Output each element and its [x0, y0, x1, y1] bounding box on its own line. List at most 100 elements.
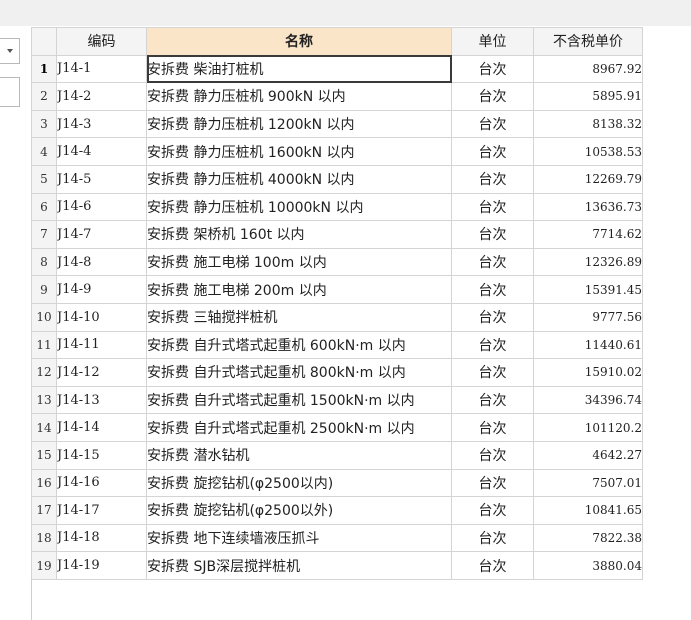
cell-price[interactable]: 7822.38: [533, 523, 643, 553]
cell-name[interactable]: 安拆费 旋挖钻机(φ2500以内): [146, 468, 452, 498]
cell-unit[interactable]: 台次: [451, 496, 534, 525]
cell-name[interactable]: 安拆费 地下连续墙液压抓斗: [146, 523, 452, 553]
cell-code[interactable]: J14-5: [56, 164, 147, 194]
cell-price[interactable]: 5895.91: [533, 82, 643, 111]
row-number[interactable]: 14: [31, 413, 57, 442]
column-header-price[interactable]: 不含税单价: [533, 27, 643, 56]
cell-unit[interactable]: 台次: [451, 220, 534, 249]
row-number[interactable]: 11: [31, 330, 57, 360]
table-row[interactable]: 16 J14-16 安拆费 旋挖钻机(φ2500以内) 台次 7507.01: [31, 468, 643, 498]
cell-price[interactable]: 9777.56: [533, 302, 643, 332]
cell-code[interactable]: J14-4: [56, 137, 147, 166]
row-number[interactable]: 8: [31, 247, 57, 277]
cell-unit[interactable]: 台次: [451, 54, 534, 84]
cell-price[interactable]: 3880.04: [533, 551, 643, 580]
cell-name[interactable]: 安拆费 静力压桩机 4000kN 以内: [146, 164, 452, 194]
cell-name[interactable]: 安拆费 SJB深层搅拌桩机: [146, 551, 452, 580]
cell-unit[interactable]: 台次: [451, 330, 534, 360]
table-row[interactable]: 17 J14-17 安拆费 旋挖钻机(φ2500以外) 台次 10841.65: [31, 496, 643, 525]
cell-name[interactable]: 安拆费 静力压桩机 1600kN 以内: [146, 137, 452, 166]
cell-code[interactable]: J14-9: [56, 275, 147, 304]
cell-price[interactable]: 34396.74: [533, 385, 643, 415]
cell-code[interactable]: J14-13: [56, 385, 147, 415]
cell-price[interactable]: 8967.92: [533, 54, 643, 84]
row-number[interactable]: 6: [31, 192, 57, 222]
row-number[interactable]: 17: [31, 496, 57, 525]
cell-name[interactable]: 安拆费 架桥机 160t 以内: [146, 220, 452, 249]
cell-name[interactable]: 安拆费 三轴搅拌桩机: [146, 302, 452, 332]
cell-unit[interactable]: 台次: [451, 82, 534, 111]
row-number[interactable]: 5: [31, 164, 57, 194]
cell-code[interactable]: J14-12: [56, 358, 147, 387]
table-row[interactable]: 14 J14-14 安拆费 自升式塔式起重机 2500kN·m 以内 台次 101120…: [31, 413, 643, 442]
row-number[interactable]: 9: [31, 275, 57, 304]
cell-price[interactable]: 10841.65: [533, 496, 643, 525]
cell-code[interactable]: J14-18: [56, 523, 147, 553]
table-row[interactable]: 11 J14-11 安拆费 自升式塔式起重机 600kN·m 以内 台次 11440.6…: [31, 330, 643, 360]
cell-unit[interactable]: 台次: [451, 523, 534, 553]
cell-price[interactable]: 7507.01: [533, 468, 643, 498]
table-row[interactable]: 6 J14-6 安拆费 静力压桩机 10000kN 以内 台次 13636.73: [31, 192, 643, 222]
cell-code[interactable]: J14-1: [56, 54, 147, 84]
cell-unit[interactable]: 台次: [451, 137, 534, 166]
cell-unit[interactable]: 台次: [451, 358, 534, 387]
table-row[interactable]: 8 J14-8 安拆费 施工电梯 100m 以内 台次 12326.89: [31, 247, 643, 277]
cell-name[interactable]: 安拆费 旋挖钻机(φ2500以外): [146, 496, 452, 525]
cell-price[interactable]: 11440.61: [533, 330, 643, 360]
cell-price[interactable]: 15391.45: [533, 275, 643, 304]
cell-code[interactable]: J14-15: [56, 440, 147, 470]
cell-name[interactable]: 安拆费 自升式塔式起重机 2500kN·m 以内: [146, 413, 452, 442]
cell-price[interactable]: 10538.53: [533, 137, 643, 166]
cell-price[interactable]: 12326.89: [533, 247, 643, 277]
cell-code[interactable]: J14-17: [56, 496, 147, 525]
cell-price[interactable]: 7714.62: [533, 220, 643, 249]
column-header-name[interactable]: 名称: [146, 27, 452, 56]
dropdown-select[interactable]: [0, 38, 20, 64]
cell-code[interactable]: J14-6: [56, 192, 147, 222]
cell-unit[interactable]: 台次: [451, 551, 534, 580]
cell-unit[interactable]: 台次: [451, 192, 534, 222]
row-number[interactable]: 12: [31, 358, 57, 387]
table-row[interactable]: 18 J14-18 安拆费 地下连续墙液压抓斗 台次 7822.38: [31, 523, 643, 553]
column-header-unit[interactable]: 单位: [451, 27, 534, 56]
table-row[interactable]: 13 J14-13 安拆费 自升式塔式起重机 1500kN·m 以内 台次 34396.…: [31, 385, 643, 415]
cell-code[interactable]: J14-14: [56, 413, 147, 442]
text-field[interactable]: [0, 77, 20, 107]
table-row[interactable]: 3 J14-3 安拆费 静力压桩机 1200kN 以内 台次 8138.32: [31, 109, 643, 139]
table-row[interactable]: 19 J14-19 安拆费 SJB深层搅拌桩机 台次 3880.04: [31, 551, 643, 580]
cell-name[interactable]: 安拆费 自升式塔式起重机 600kN·m 以内: [146, 330, 452, 360]
row-number[interactable]: 4: [31, 137, 57, 166]
table-row[interactable]: 7 J14-7 安拆费 架桥机 160t 以内 台次 7714.62: [31, 220, 643, 249]
cell-price[interactable]: 15910.02: [533, 358, 643, 387]
row-number[interactable]: 16: [31, 468, 57, 498]
cell-code[interactable]: J14-2: [56, 82, 147, 111]
cell-price[interactable]: 12269.79: [533, 164, 643, 194]
cell-code[interactable]: J14-10: [56, 302, 147, 332]
cell-unit[interactable]: 台次: [451, 275, 534, 304]
table-row[interactable]: 1 J14-1 安拆费 柴油打桩机 台次 8967.92: [31, 54, 643, 84]
cell-price[interactable]: 8138.32: [533, 109, 643, 139]
cell-unit[interactable]: 台次: [451, 164, 534, 194]
row-number[interactable]: 2: [31, 82, 57, 111]
cell-name[interactable]: 安拆费 自升式塔式起重机 800kN·m 以内: [146, 358, 452, 387]
row-number[interactable]: 13: [31, 385, 57, 415]
cell-unit[interactable]: 台次: [451, 247, 534, 277]
cell-name[interactable]: 安拆费 施工电梯 200m 以内: [146, 275, 452, 304]
cell-price[interactable]: 101120.2: [533, 413, 643, 442]
cell-name[interactable]: 安拆费 自升式塔式起重机 1500kN·m 以内: [146, 385, 452, 415]
cell-unit[interactable]: 台次: [451, 109, 534, 139]
corner-cell[interactable]: [31, 27, 57, 56]
cell-name[interactable]: 安拆费 静力压桩机 900kN 以内: [146, 82, 452, 111]
cell-code[interactable]: J14-3: [56, 109, 147, 139]
cell-name[interactable]: 安拆费 潜水钻机: [146, 440, 452, 470]
cell-unit[interactable]: 台次: [451, 440, 534, 470]
table-row[interactable]: 4 J14-4 安拆费 静力压桩机 1600kN 以内 台次 10538.53: [31, 137, 643, 166]
row-number[interactable]: 19: [31, 551, 57, 580]
cell-unit[interactable]: 台次: [451, 302, 534, 332]
cell-name[interactable]: 安拆费 柴油打桩机: [146, 54, 452, 84]
cell-price[interactable]: 13636.73: [533, 192, 643, 222]
cell-name[interactable]: 安拆费 静力压桩机 1200kN 以内: [146, 109, 452, 139]
row-number[interactable]: 1: [31, 54, 57, 84]
cell-unit[interactable]: 台次: [451, 468, 534, 498]
table-row[interactable]: 5 J14-5 安拆费 静力压桩机 4000kN 以内 台次 12269.79: [31, 164, 643, 194]
